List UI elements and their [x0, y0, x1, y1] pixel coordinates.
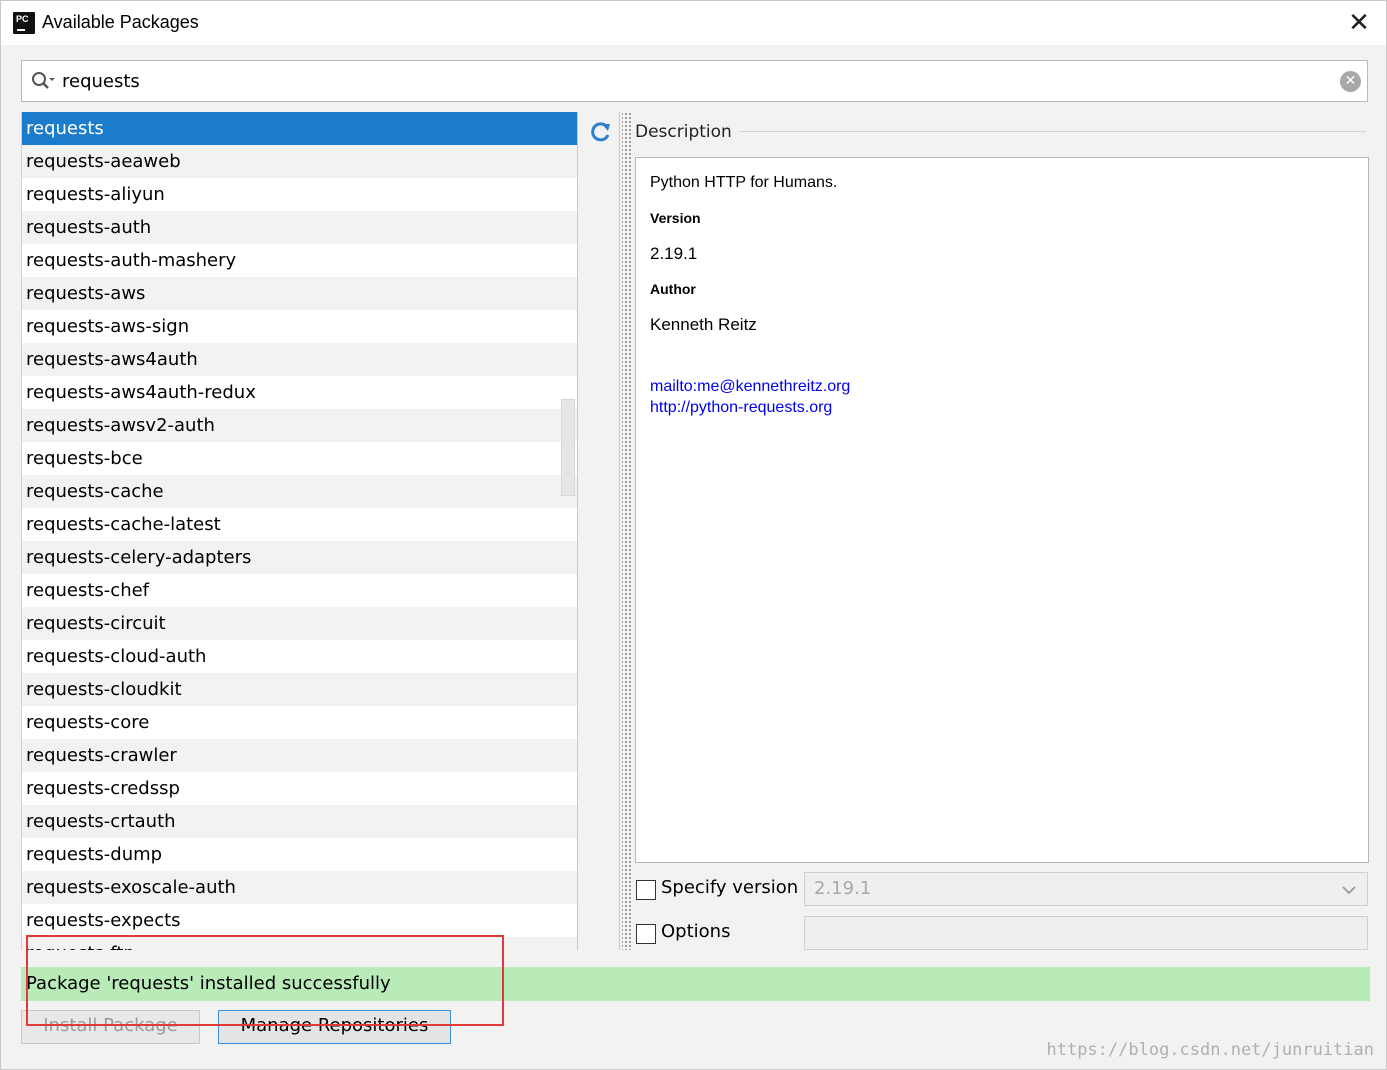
- version-value: 2.19.1: [650, 244, 698, 263]
- package-list-item[interactable]: requests-auth: [22, 211, 577, 244]
- reload-icon[interactable]: [588, 121, 612, 145]
- package-list[interactable]: requests requests-aeaweb requests-aliyun re…: [21, 112, 577, 950]
- package-list-item[interactable]: requests-core: [22, 706, 577, 739]
- version-select[interactable]: 2.19.1: [804, 872, 1368, 906]
- watermark: https://blog.csdn.net/junruitian: [1046, 1040, 1374, 1060]
- app-icon-text: PC: [16, 14, 29, 24]
- clear-search-icon[interactable]: ✕: [1340, 71, 1361, 92]
- package-list-item[interactable]: requests-circuit: [22, 607, 577, 640]
- package-list-item[interactable]: requests-celery-adapters: [22, 541, 577, 574]
- package-list-item[interactable]: requests-chef: [22, 574, 577, 607]
- package-summary: Python HTTP for Humans.: [650, 174, 838, 191]
- package-list-item[interactable]: requests-ftp: [22, 937, 577, 950]
- pycharm-app-icon: PC: [13, 12, 35, 34]
- description-divider: [739, 131, 1366, 132]
- author-value: Kenneth Reitz: [650, 315, 757, 334]
- package-list-item[interactable]: requests-cloudkit: [22, 673, 577, 706]
- package-list-item[interactable]: requests-awsv2-auth: [22, 409, 577, 442]
- homepage-link[interactable]: http://python-requests.org: [650, 399, 832, 417]
- specify-version-checkbox[interactable]: [636, 880, 656, 900]
- list-toolbar: [577, 112, 620, 950]
- author-label: Author: [650, 281, 696, 297]
- package-list-item[interactable]: requests-auth-mashery: [22, 244, 577, 277]
- package-list-item[interactable]: requests: [22, 112, 577, 145]
- version-select-value: 2.19.1: [814, 878, 872, 899]
- search-box: ✕: [21, 60, 1368, 102]
- title-bar[interactable]: PC Available Packages ✕: [1, 1, 1386, 45]
- package-list-item[interactable]: requests-aws4auth: [22, 343, 577, 376]
- package-list-item[interactable]: requests-aeaweb: [22, 145, 577, 178]
- search-icon[interactable]: [30, 70, 56, 92]
- version-label: Version: [650, 210, 701, 226]
- package-list-item[interactable]: requests-credssp: [22, 772, 577, 805]
- options-label: Options: [661, 921, 731, 942]
- options-input[interactable]: [804, 916, 1368, 950]
- window-title: Available Packages: [42, 12, 199, 32]
- package-list-item[interactable]: requests-expects: [22, 904, 577, 937]
- chevron-down-icon: [1342, 886, 1356, 895]
- package-list-item[interactable]: requests-crtauth: [22, 805, 577, 838]
- manage-repositories-button[interactable]: Manage Repositories: [218, 1010, 451, 1044]
- package-list-item[interactable]: requests-aws4auth-redux: [22, 376, 577, 409]
- list-scrollbar-thumb[interactable]: [561, 399, 575, 496]
- close-icon[interactable]: ✕: [1346, 10, 1372, 36]
- search-input[interactable]: [62, 67, 1332, 95]
- package-list-item[interactable]: requests-crawler: [22, 739, 577, 772]
- install-package-button[interactable]: Install Package: [21, 1010, 200, 1044]
- package-list-item[interactable]: requests-exoscale-auth: [22, 871, 577, 904]
- package-list-item[interactable]: requests-cloud-auth: [22, 640, 577, 673]
- package-list-item[interactable]: requests-aliyun: [22, 178, 577, 211]
- package-list-item[interactable]: requests-cache-latest: [22, 508, 577, 541]
- status-message: Package 'requests' installed successfull…: [26, 973, 391, 994]
- package-list-item[interactable]: requests-aws: [22, 277, 577, 310]
- description-header: Description: [635, 122, 732, 142]
- status-bar: Package 'requests' installed successfull…: [21, 967, 1370, 1001]
- description-panel: Python HTTP for Humans. Version 2.19.1 A…: [635, 157, 1369, 863]
- package-list-item[interactable]: requests-cache: [22, 475, 577, 508]
- package-list-item[interactable]: requests-bce: [22, 442, 577, 475]
- package-list-item[interactable]: requests-aws-sign: [22, 310, 577, 343]
- options-checkbox[interactable]: [636, 924, 656, 944]
- specify-version-label: Specify version: [661, 877, 799, 898]
- available-packages-dialog: PC Available Packages ✕ ✕ requestsreques…: [0, 0, 1387, 1070]
- package-list-item[interactable]: requests-dump: [22, 838, 577, 871]
- pane-splitter[interactable]: [622, 112, 633, 950]
- email-link[interactable]: mailto:me@kennethreitz.org: [650, 378, 850, 396]
